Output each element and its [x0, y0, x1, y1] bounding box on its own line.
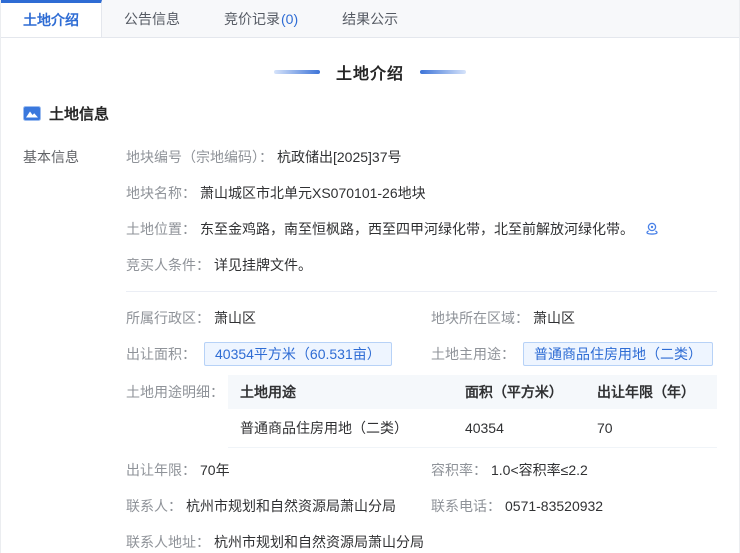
bidder-condition-label: 竞买人条件： [126, 255, 210, 275]
field-plot-ratio: 容积率： 1.0<容积率≤2.2 [431, 452, 717, 488]
main-use-tag: 普通商品住房用地（二类） [523, 342, 713, 366]
use-table-row: 普通商品住房用地（二类） 40354 70 [228, 409, 717, 448]
field-main-use: 土地主用途： 普通商品住房用地（二类） [431, 336, 717, 372]
tab-land-intro[interactable]: 土地介绍 [1, 0, 102, 37]
contact-address-value: 杭州市规划和自然资源局萧山分局 [214, 532, 424, 552]
land-info-header-label: 土地信息 [49, 103, 109, 124]
row-district-region: 所属行政区： 萧山区 地块所在区域： 萧山区 [126, 300, 717, 336]
plot-ratio-value: 1.0<容积率≤2.2 [491, 460, 588, 480]
field-admin-district: 所属行政区： 萧山区 [126, 300, 431, 336]
use-table-header-area: 面积（平方米） [453, 375, 585, 409]
use-detail-label: 土地用途明细： [126, 375, 224, 402]
location-value: 东至金鸡路，南至恒枫路，西至四甲河绿化带，北至前解放河绿化带。 [200, 219, 634, 239]
tab-announcement-info[interactable]: 公告信息 [102, 0, 202, 37]
bidding-records-count: (0) [281, 11, 298, 27]
contact-address-label: 联系人地址： [126, 532, 210, 552]
use-table-header-row: 土地用途 面积（平方米） 出让年限（年） [228, 375, 717, 409]
field-bidder-condition: 竞买人条件： 详见挂牌文件。 [126, 247, 717, 283]
main-use-label: 土地主用途： [431, 344, 515, 364]
basic-info-group-label: 基本信息 [23, 139, 126, 553]
contact-value: 杭州市规划和自然资源局萧山分局 [186, 496, 396, 516]
field-contact-phone: 联系电话： 0571-83520932 [431, 488, 717, 524]
contact-phone-label: 联系电话： [431, 496, 501, 516]
land-info-header: 土地信息 [23, 103, 717, 124]
field-location: 土地位置： 东至金鸡路，南至恒枫路，西至四甲河绿化带，北至前解放河绿化带。 [126, 211, 717, 247]
tab-bidding-label: 竞价记录 [224, 9, 280, 29]
parcel-name-label: 地块名称： [126, 183, 196, 203]
location-label: 土地位置： [126, 219, 196, 239]
transfer-area-label: 出让面积： [126, 344, 196, 364]
basic-info-rows: 地块编号（宗地编码）： 杭政储出[2025]37号 地块名称： 萧山城区市北单元… [126, 139, 717, 553]
tab-result-publicity[interactable]: 结果公示 [320, 0, 420, 37]
use-table-cell-years: 70 [585, 409, 717, 448]
tab-result-label: 结果公示 [342, 9, 398, 29]
transfer-area-tag: 40354平方米（60.531亩） [204, 342, 392, 366]
row-use-detail: 土地用途明细： 土地用途 面积（平方米） 出让年限（年） [126, 375, 717, 448]
row-area-use: 出让面积： 40354平方米（60.531亩） 土地主用途： 普通商品住房用地（… [126, 336, 717, 372]
contact-label: 联系人： [126, 496, 182, 516]
land-use-table: 土地用途 面积（平方米） 出让年限（年） 普通商品住房用地（二类） 40354 … [228, 375, 717, 448]
parcel-code-label: 地块编号（宗地编码）： [126, 147, 273, 167]
field-parcel-code: 地块编号（宗地编码）： 杭政储出[2025]37号 [126, 139, 717, 175]
page-title: 土地介绍 [336, 60, 404, 84]
title-dash-right [420, 70, 466, 74]
use-table-cell-use: 普通商品住房用地（二类） [228, 409, 453, 448]
use-table-header-years: 出让年限（年） [585, 375, 717, 409]
detail-tabbar: 土地介绍 公告信息 竞价记录(0) 结果公示 [1, 0, 739, 38]
transfer-years-label: 出让年限： [126, 460, 196, 480]
field-contact: 联系人： 杭州市规划和自然资源局萧山分局 [126, 488, 431, 524]
admin-district-value: 萧山区 [214, 308, 256, 328]
basic-info-block: 基本信息 地块编号（宗地编码）： 杭政储出[2025]37号 地块名称： 萧山城… [23, 139, 717, 553]
land-intro-panel: 土地介绍 土地信息 基本信息 地块编号（宗地编码）： 杭政储出[2025]37号 [1, 61, 739, 553]
field-transfer-years: 出让年限： 70年 [126, 452, 431, 488]
field-parcel-region: 地块所在区域： 萧山区 [431, 300, 717, 336]
contact-phone-value: 0571-83520932 [505, 498, 603, 514]
parcel-region-label: 地块所在区域： [431, 308, 529, 328]
field-parcel-name: 地块名称： 萧山城区市北单元XS070101-26地块 [126, 175, 717, 211]
land-detail-page: 土地介绍 公告信息 竞价记录(0) 结果公示 土地介绍 土地信息 [0, 0, 740, 553]
title-dash-left [274, 70, 320, 74]
use-table-cell-area: 40354 [453, 409, 585, 448]
parcel-code-value: 杭政储出[2025]37号 [277, 147, 402, 167]
parcel-name-value: 萧山城区市北单元XS070101-26地块 [200, 183, 426, 203]
section-divider [126, 291, 717, 292]
location-pin-icon[interactable] [644, 221, 660, 237]
transfer-years-value: 70年 [200, 460, 230, 480]
parcel-region-value: 萧山区 [533, 308, 575, 328]
section-title-row: 土地介绍 [23, 61, 717, 83]
tab-bidding-records[interactable]: 竞价记录(0) [202, 0, 320, 37]
land-image-icon [23, 106, 41, 121]
plot-ratio-label: 容积率： [431, 460, 487, 480]
use-table-header-use: 土地用途 [228, 375, 453, 409]
row-years-ratio: 出让年限： 70年 容积率： 1.0<容积率≤2.2 [126, 452, 717, 488]
bidder-condition-value: 详见挂牌文件。 [214, 255, 312, 275]
admin-district-label: 所属行政区： [126, 308, 210, 328]
tab-land-intro-label: 土地介绍 [23, 10, 79, 30]
field-contact-address: 联系人地址： 杭州市规划和自然资源局萧山分局 [126, 524, 717, 553]
field-transfer-area: 出让面积： 40354平方米（60.531亩） [126, 336, 431, 372]
tab-announcement-label: 公告信息 [124, 9, 180, 29]
row-contact-phone: 联系人： 杭州市规划和自然资源局萧山分局 联系电话： 0571-83520932 [126, 488, 717, 524]
